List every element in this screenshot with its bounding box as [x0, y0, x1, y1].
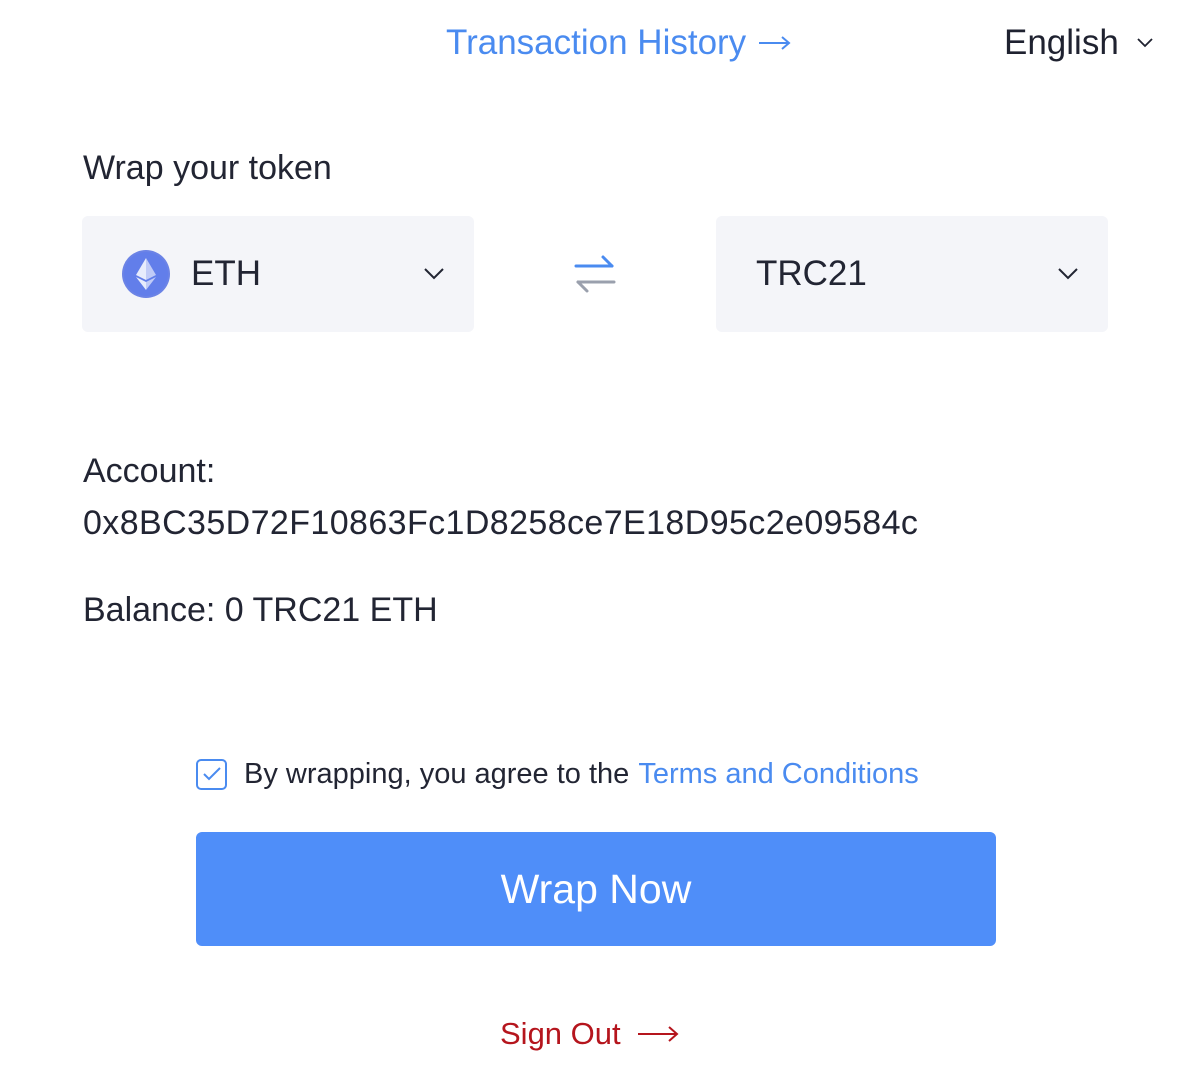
terms-agreement: By wrapping, you agree to the Terms and … — [196, 752, 919, 796]
ethereum-logo-icon — [122, 250, 170, 298]
from-token-label: ETH — [191, 254, 261, 293]
transaction-history-link[interactable]: Transaction History — [446, 20, 792, 66]
to-token-label: TRC21 — [756, 254, 867, 293]
chevron-down-icon — [1137, 38, 1153, 48]
swap-button[interactable] — [570, 250, 620, 300]
balance-text: Balance: 0 TRC21 ETH — [83, 591, 438, 629]
terms-link[interactable]: Terms and Conditions — [638, 758, 918, 791]
from-token-select[interactable]: ETH — [82, 216, 474, 332]
arrow-right-icon — [637, 1026, 679, 1042]
transaction-history-label: Transaction History — [446, 23, 747, 62]
account-address: 0x8BC35D72F10863Fc1D8258ce7E18D95c2e0958… — [83, 504, 919, 542]
checkmark-icon — [202, 767, 221, 781]
swap-arrows-icon — [574, 255, 616, 293]
sign-out-label: Sign Out — [500, 1016, 621, 1051]
to-token-select[interactable]: TRC21 — [716, 216, 1108, 332]
chevron-down-icon — [1058, 268, 1078, 280]
agree-checkbox[interactable] — [196, 758, 227, 790]
arrow-right-icon — [759, 36, 791, 50]
wrap-now-button[interactable]: Wrap Now — [196, 832, 996, 946]
language-label: English — [1004, 23, 1119, 62]
account-label: Account: — [83, 452, 216, 490]
language-selector[interactable]: English — [1004, 20, 1153, 66]
chevron-down-icon — [424, 268, 444, 280]
wrap-section-title: Wrap your token — [83, 149, 332, 187]
sign-out-link[interactable]: Sign Out — [500, 1012, 679, 1056]
agreement-text: By wrapping, you agree to the — [244, 757, 630, 790]
